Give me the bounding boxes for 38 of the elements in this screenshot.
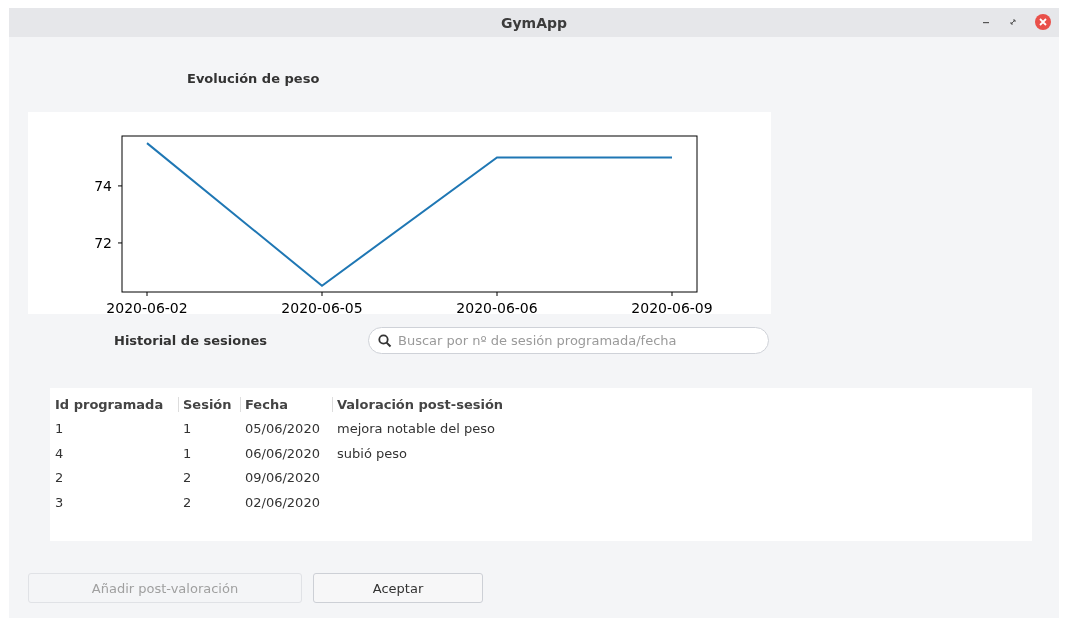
table-cell-text: 1: [182, 445, 193, 461]
column-header[interactable]: Sesión: [179, 396, 241, 412]
close-icon[interactable]: [1035, 14, 1051, 30]
table-cell-text: subió peso: [336, 445, 408, 461]
y-tick: [117, 185, 123, 187]
x-tick-label: 2020-06-05: [281, 300, 363, 314]
table-cell-text: 09/06/2020: [244, 470, 321, 486]
column-header[interactable]: Fecha: [241, 396, 333, 412]
table-cell-text: 3: [55, 494, 65, 510]
y-tick: [117, 242, 123, 244]
column-header[interactable]: Valoración post-sesión: [333, 396, 633, 412]
table-cell-text: 1: [55, 421, 65, 437]
x-tick: [146, 291, 148, 297]
table-cell-text: 05/06/2020: [244, 421, 321, 437]
search-field[interactable]: Buscar por nº de sesión programada/fecha: [368, 327, 769, 354]
table-cell-text: 2: [55, 470, 65, 486]
window-title: GymApp: [500, 14, 568, 31]
section-title: Historial de sesiones: [114, 333, 268, 348]
table-cell-text: 06/06/2020: [244, 445, 321, 461]
x-tick-label: 2020-06-09: [631, 300, 713, 314]
column-header[interactable]: Id programada: [55, 396, 179, 412]
table-cell-text: 2: [182, 470, 193, 486]
y-tick-label: 74: [94, 177, 112, 194]
x-tick: [321, 291, 323, 297]
accept-button[interactable]: Aceptar: [313, 573, 483, 603]
table-cell-text: mejora notable del peso: [336, 421, 496, 437]
table-cell-text: 2: [182, 494, 193, 510]
chart-title: Evolución de peso: [187, 71, 321, 88]
table-cell-text: 4: [55, 445, 65, 461]
y-tick-label: 72: [94, 234, 112, 251]
x-tick: [496, 291, 498, 297]
restore-icon[interactable]: [1008, 17, 1018, 27]
table-cell-text: 1: [182, 421, 193, 437]
table-cell-text: 02/06/2020: [244, 494, 321, 510]
x-tick-label: 2020-06-06: [456, 300, 538, 314]
search-icon: [378, 333, 392, 348]
x-tick: [671, 291, 673, 297]
x-tick-label: 2020-06-02: [106, 300, 188, 314]
